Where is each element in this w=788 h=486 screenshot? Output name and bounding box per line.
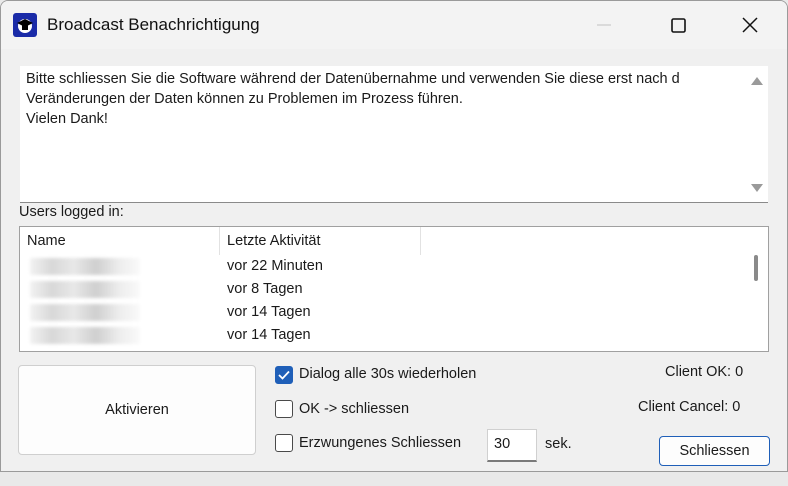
repeat-label[interactable]: Dialog alle 30s wiederholen (299, 366, 476, 382)
maximize-icon (671, 18, 686, 33)
repeat-checkbox[interactable] (275, 366, 293, 384)
table-row[interactable]: vor 14 Tagen (20, 301, 740, 324)
scrollbar-thumb[interactable] (754, 255, 758, 281)
table-row[interactable]: vor 14 Tagen (20, 324, 740, 347)
column-header-activity[interactable]: Letzte Aktivität (220, 227, 421, 255)
ok-close-label[interactable]: OK -> schliessen (299, 401, 409, 417)
force-seconds-input[interactable]: 30 (487, 429, 537, 462)
scroll-down-icon[interactable] (751, 184, 763, 192)
client-cancel-status: Client Cancel: 0 (638, 399, 741, 415)
table-row[interactable]: vor 22 Minuten (20, 255, 740, 278)
scroll-up-icon[interactable] (751, 77, 763, 85)
activity-cell: vor 14 Tagen (227, 327, 311, 343)
broadcast-dialog: Broadcast Benachrichtigung Bitte schlies… (0, 0, 788, 472)
redacted-name (30, 281, 140, 298)
title-bar[interactable]: Broadcast Benachrichtigung (1, 1, 787, 49)
activity-cell: vor 14 Tagen (227, 304, 311, 320)
redacted-name (30, 258, 140, 275)
checkmark-icon (278, 370, 290, 380)
client-ok-status: Client OK: 0 (665, 364, 744, 380)
window-title: Broadcast Benachrichtigung (47, 15, 260, 34)
activate-button[interactable]: Aktivieren (18, 365, 256, 455)
ok-close-checkbox[interactable] (275, 400, 293, 418)
close-icon (742, 17, 758, 33)
users-scrollbar[interactable] (744, 227, 768, 351)
message-scrollbar[interactable] (746, 66, 768, 202)
force-close-label[interactable]: Erzwungenes Schliessen (299, 435, 461, 451)
redacted-name (30, 304, 140, 321)
minimize-button[interactable] (569, 1, 639, 49)
minimize-icon (597, 24, 611, 26)
message-textbox[interactable]: Bitte schliessen Sie die Software währen… (20, 66, 768, 203)
table-row[interactable]: vor 8 Tagen (20, 278, 740, 301)
force-close-checkbox[interactable] (275, 434, 293, 452)
users-list[interactable]: Name Letzte Aktivität vor 22 Minuten vor… (19, 226, 769, 352)
close-button[interactable]: Schliessen (659, 436, 770, 466)
activity-cell: vor 22 Minuten (227, 258, 323, 274)
app-icon (13, 13, 37, 37)
activity-cell: vor 8 Tagen (227, 281, 303, 297)
maximize-button[interactable] (643, 1, 713, 49)
seconds-unit-label: sek. (545, 436, 572, 452)
redacted-name (30, 327, 140, 344)
column-header-name[interactable]: Name (20, 227, 220, 255)
message-text: Bitte schliessen Sie die Software währen… (26, 71, 680, 127)
close-window-button[interactable] (715, 1, 785, 49)
users-label: Users logged in: (19, 204, 124, 220)
